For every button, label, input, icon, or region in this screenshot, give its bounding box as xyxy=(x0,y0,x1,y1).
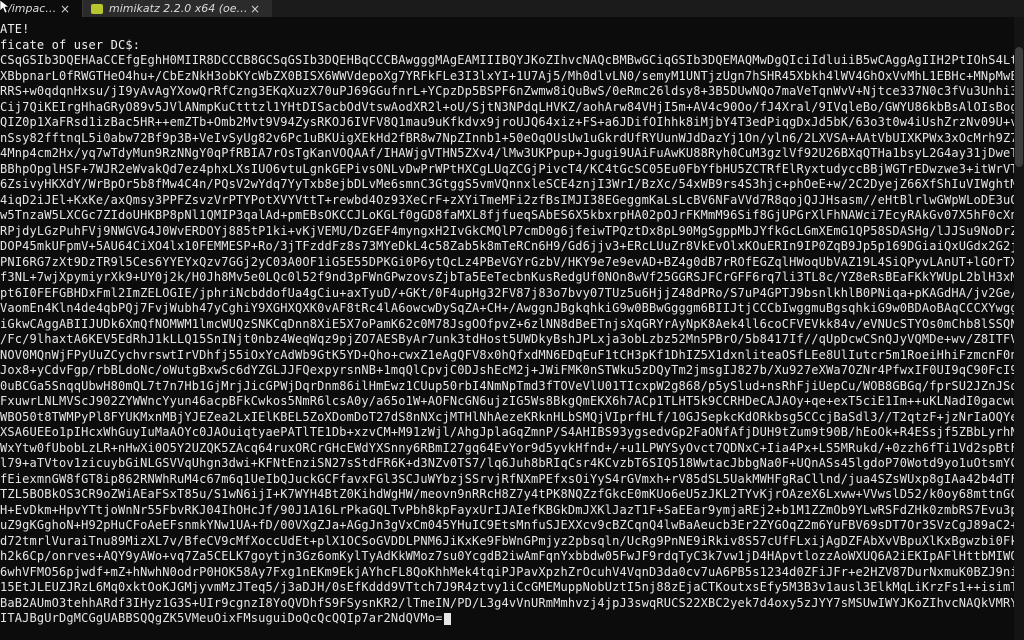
terminal-line: RRS+w0qdqnHxsu/jI9yAvAgYXowQrRfCzng3EKqX… xyxy=(0,84,1024,98)
terminal-line: QIZ0p1XaFRsd1izBac5HR++emZTb+Omb2Mvt9V94… xyxy=(0,115,1024,129)
scrollbar[interactable] xyxy=(1014,17,1024,640)
terminal-line: WxYtw0fUbobLzLR+nHwXi0O5Y2UZQK5ZAcq64rux… xyxy=(0,440,1024,455)
scrollbar-thumb[interactable] xyxy=(1015,47,1023,167)
terminal-line: RPjdyLGzPuhFVj9NWGVG4J0WvERDOYj885tP1ki+… xyxy=(0,223,1024,238)
terminal-line: ITAJBgUrDgMCGgUABBSQQgZK5VMeuOixFMsuguiD… xyxy=(0,611,1024,627)
terminal-line: fEiexmnGW8fGT8ip862RNWhRuM4c67m6q1UeIbQJ… xyxy=(0,471,1024,486)
terminal-line: pt6I0FEFGBHDxFml2ImZELOGIE/jphriNcbddofU… xyxy=(0,285,1024,300)
terminal-line: PNI6RG7zXt9DzTR9l5Ces6YYEYxQzv7GGj2yC03A… xyxy=(0,254,1024,269)
terminal-line: f3NL+7wjXpymiyrXk9+UY0j2k/H0Jh8Mv5e0LQc0… xyxy=(0,270,1024,284)
mouse-cursor-icon xyxy=(0,0,10,14)
terminal-line: FxuwrLNLMVScJ902ZYWWncYyun46acpBFkCwkos5… xyxy=(0,394,1024,408)
terminal-line: /Fc/9lhaxtA6KEV5EdRhJ1kLLQ15SnINjt0nbz4W… xyxy=(0,332,1024,346)
terminal-line: ficate of user DC$: xyxy=(0,37,141,52)
close-icon[interactable]: × xyxy=(248,2,262,16)
terminal-line: h2k6Cp/onrves+AQY9yAWo+vq7Za5CELK7goytjn… xyxy=(0,549,1024,563)
terminal-line: 6whVFMO56pjwdf+mZ+hNwhN0odrP0HOK58Ay7Fxg… xyxy=(0,564,1024,579)
terminal-line: VaomEn4Kln4de4qbPQj7FvjWubh47yCghiY9XGHX… xyxy=(0,301,1024,315)
tab-impacket[interactable]: /impacket × xyxy=(0,0,82,17)
close-icon[interactable]: × xyxy=(58,2,72,16)
terminal-line: H+EvDkm+HpvYTtjoWnNr55FbvRKJ04IhOHcJf/90… xyxy=(0,502,1024,517)
terminal-line: iGkwCAggABIIJUDk6XmQfNOMWM1lmcWUQzSNKCqD… xyxy=(0,316,1024,331)
terminal-output[interactable]: ATE! ficate of user DC$: CSqGSIb3DQEHAaCCE… xyxy=(0,22,1024,640)
terminal-line: uZ9gKGghoN+H92pHuCFoAeEFsnmkYNw1UA+fD/00… xyxy=(0,518,1024,532)
tab-bar: /impacket × mimikatz 2.2.0 x64 (oe.eo) × xyxy=(0,0,1024,17)
terminal-line: XSA6UEEo1pIHcxWhGuyIuMaAOYc0JAOuiqtyaePA… xyxy=(0,425,1024,439)
tab-label: /impacket xyxy=(8,2,58,15)
terminal-line: l79+aTVtov1zicuybGiNLGSVVqUhgn3dwi+KFNtE… xyxy=(0,456,1024,470)
terminal-line: nSsy82fftnqL5i0abw72Bf9p3B+VeIvSyUg82v6P… xyxy=(0,130,1024,145)
terminal-line: w5TnzaW5LXCGc7ZIdoUHKBP8pNl1QMIP3qalAd+p… xyxy=(0,208,1024,222)
terminal-line: CSqGSIb3DQEHAaCCEfgEghH0MIIR8DCCCB8GCSqG… xyxy=(0,53,1024,67)
terminal-line: XBbpnarL0fRWGTHeO4hu+/CbEzNkH3obKYcWbZX0… xyxy=(0,68,1024,83)
terminal-line: 4iqD2iJEl+KxKe/axQmsy3PPFZsvzVrPTYPotXVY… xyxy=(0,192,1024,207)
terminal-line: Cij7QiKEIrgHhaGRyO89v5JVlANmpKuCtttzl1YH… xyxy=(0,99,1024,114)
mimikatz-icon xyxy=(91,3,103,14)
terminal-line: Jox8+yCdvFgp/rbBLdoNc/oWutgBxwSc6dYZGLJJ… xyxy=(0,363,1024,377)
terminal-line: 15EtJLEUZJRzL6Mq0xktOoKJGMjyvmMzJTeq5/j3… xyxy=(0,580,1024,594)
terminal-line: WBO50t8TWMPyPl8FYUKMxnMBjYJEZea2LxIElKBE… xyxy=(0,409,1024,424)
tab-mimikatz[interactable]: mimikatz 2.2.0 x64 (oe.eo) × xyxy=(82,0,272,17)
terminal-line: 4Mnp4cm2Hx/yq7wTdyMun9RzNNgY0qPfRBIA7rOs… xyxy=(0,146,1024,160)
terminal-line: BaB2AUmO3tehhARdf3IHyz1G3S+UIr9cgnzI8YoQ… xyxy=(0,595,1024,610)
terminal-line: BBhpOpglHSF+7WJR2eWvakQd7ez4phxLXsIUO6vt… xyxy=(0,161,1024,176)
terminal-line: ATE! xyxy=(0,22,30,36)
terminal-line: DOP45mkUFpmV+5AU64CiXO4lx10FEMMESP+Ro/3j… xyxy=(0,239,1024,253)
terminal-line: 0uBCGa5SnqqUbwH80mQL7t7n7Hb1GjMrjJicGPWj… xyxy=(0,378,1024,393)
terminal-line: TZL5BOBkOS3CR9oZWiAEaFSxT85u/S1wN6ijI+K7… xyxy=(0,487,1024,501)
text-cursor-icon xyxy=(444,612,452,625)
terminal-line: d72tmrlVuraiTnu89MizXL7v/BfeCV9cMfXoccUd… xyxy=(0,533,1024,548)
terminal-line: NOV0MQnWjFPyUuZCychvrswtIrVDhfj55iOxYcAd… xyxy=(0,347,1024,362)
tab-label: mimikatz 2.2.0 x64 (oe.eo) xyxy=(109,2,248,15)
terminal-line: 6ZsivyHKXdY/WrBpOr5b8fMw4C4n/PQsV2wYdq7Y… xyxy=(0,177,1024,191)
